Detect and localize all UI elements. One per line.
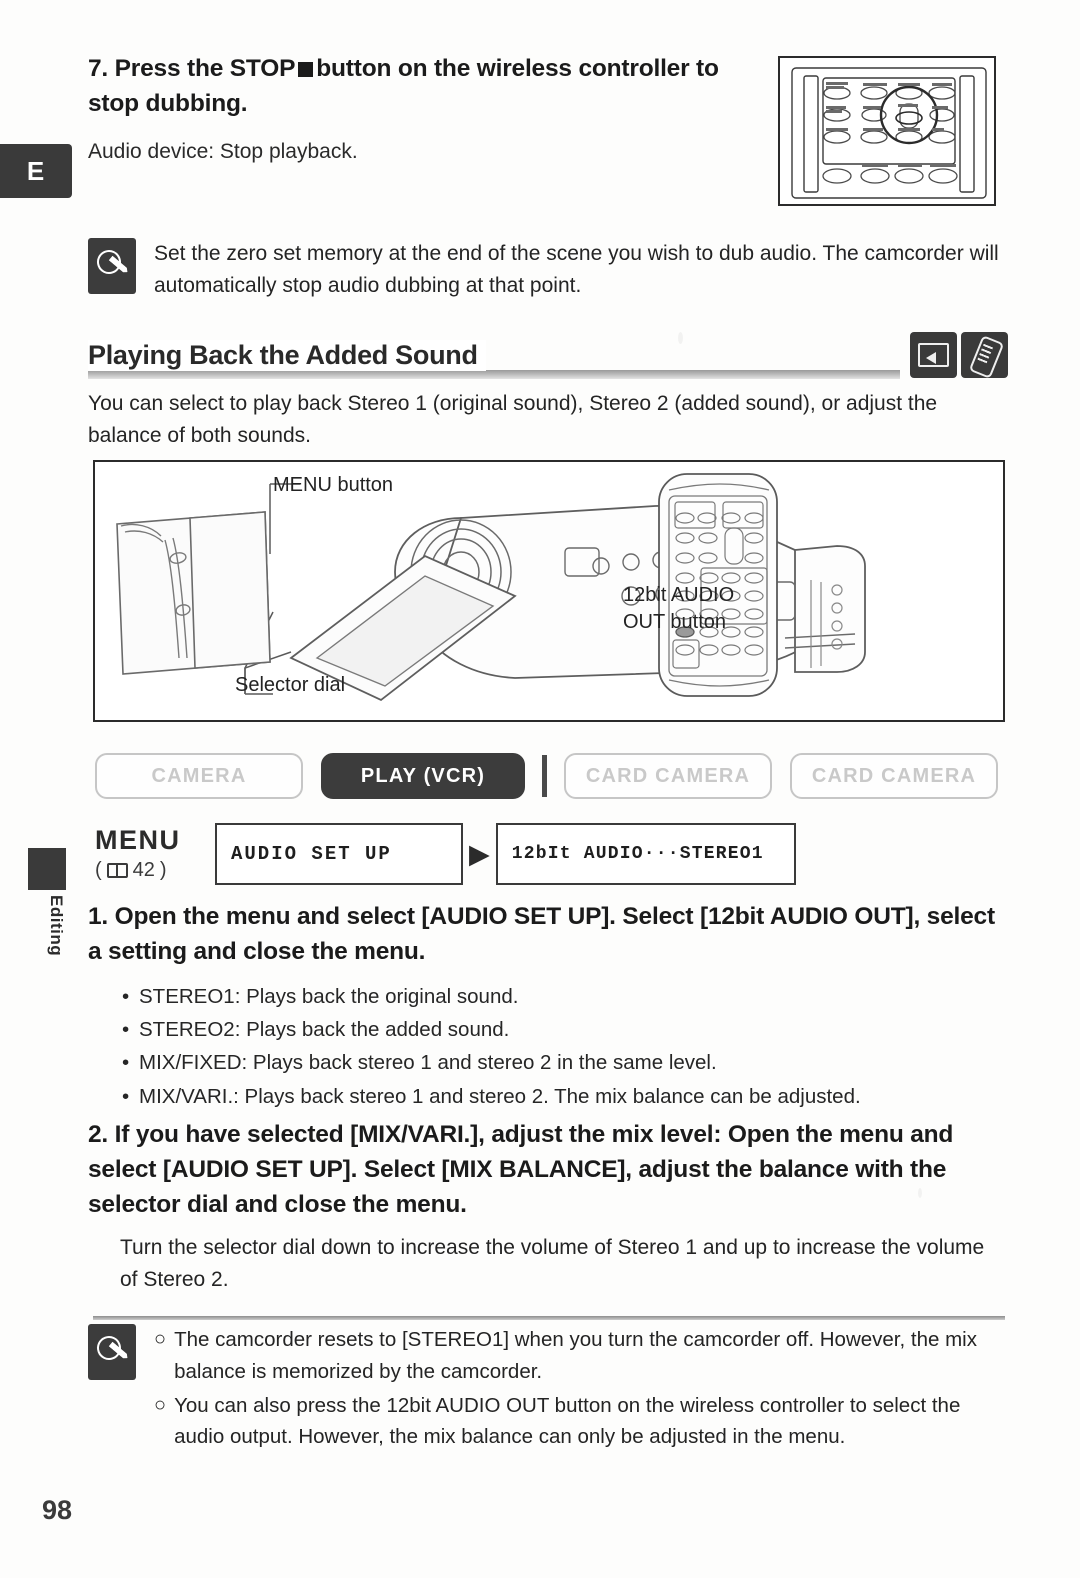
label-12bit-audio-out-button: 12bit AUDIO OUT button — [623, 582, 734, 636]
mode-card-camera: CARD CAMERA — [564, 753, 772, 799]
camcorder-illustration: MENU button Selector dial 12bit AUDIO OU… — [93, 460, 1005, 722]
mode-separator — [542, 755, 547, 797]
list-item: STEREO2: Plays back the added sound. — [122, 1013, 1012, 1046]
manual-page: E Editing 98 7. Press the STOP button on … — [0, 0, 1080, 1578]
list-item: ○ The camcorder resets to [STEREO1] when… — [154, 1324, 1008, 1388]
section-header: Playing Back the Added Sound — [88, 332, 1008, 384]
step-2-number: 2. — [88, 1121, 109, 1148]
notes-bottom: ○ The camcorder resets to [STEREO1] when… — [88, 1324, 1008, 1455]
chapter-tab-label: Editing — [47, 895, 66, 957]
mode-play-vcr: PLAY (VCR) — [321, 753, 525, 799]
list-item: MIX/FIXED: Plays back stereo 1 and stere… — [122, 1046, 1012, 1079]
note-pencil-icon — [88, 238, 136, 294]
wireless-controller-icon — [961, 332, 1008, 378]
section-icons — [910, 332, 1008, 378]
camcorder-illustration-svg — [116, 473, 866, 702]
menu-page-ref-number: 42 — [132, 858, 155, 881]
book-icon — [106, 862, 128, 878]
menu-box-audio-set-up: AUDIO SET UP — [215, 823, 463, 885]
scan-artifact — [678, 332, 683, 344]
section-intro: You can select to play back Stereo 1 (or… — [88, 392, 938, 447]
mode-indicator-row: CAMERA PLAY (VCR) CARD CAMERA CARD CAMER… — [95, 752, 1007, 800]
menu-path-row: MENU ( 42 ) AUDIO SET UP ▶ 12bIt AUDIO··… — [95, 818, 1007, 890]
note-text: You can also press the 12bit AUDIO OUT b… — [174, 1393, 961, 1449]
step-2-heading: 2. If you have selected [MIX/VARI.], adj… — [88, 1118, 1008, 1222]
list-item: STEREO1: Plays back the original sound. — [122, 980, 1012, 1013]
step-2-heading-text: If you have selected [MIX/VARI.], adjust… — [88, 1121, 954, 1218]
note-top-text: Set the zero set memory at the end of th… — [154, 242, 999, 297]
circle-bullet-icon: ○ — [154, 1328, 167, 1350]
section-title: Playing Back the Added Sound — [88, 340, 486, 371]
label-12bit-line1: 12bit AUDIO — [623, 584, 735, 606]
circle-bullet-icon: ○ — [154, 1393, 167, 1416]
stop-square-icon — [298, 62, 314, 77]
list-item: MIX/VARI.: Plays back stereo 1 and stere… — [122, 1080, 1012, 1113]
mode-camera: CAMERA — [95, 753, 303, 799]
notes-divider — [93, 1316, 1005, 1320]
notes-bottom-list: ○ The camcorder resets to [STEREO1] when… — [154, 1324, 1008, 1455]
note-pencil-icon — [88, 1324, 136, 1380]
note-top: Set the zero set memory at the end of th… — [88, 238, 1008, 302]
step-7-heading-before: Press the STOP — [114, 55, 296, 82]
chevron-right-icon: ▶ — [469, 838, 490, 869]
wireless-controller-svg — [791, 67, 987, 199]
mode-card-play: CARD CAMERA — [790, 753, 998, 799]
chapter-tab-marker — [28, 848, 66, 890]
step-1-heading-text: Open the menu and select [AUDIO SET UP].… — [88, 903, 995, 965]
label-selector-dial: Selector dial — [235, 674, 346, 696]
tape-icon — [910, 332, 957, 378]
step-7-body: Audio device: Stop playback. — [88, 139, 358, 163]
scan-artifact — [918, 1188, 922, 1198]
menu-page-ref: ( 42 ) — [95, 858, 167, 881]
menu-box-12bit-audio: 12bIt AUDIO···STEREO1 — [495, 823, 796, 885]
menu-label-group: MENU ( 42 ) — [95, 824, 215, 882]
step-2-body: Turn the selector dial down to increase … — [120, 1236, 985, 1291]
label-12bit-line2: OUT button — [623, 611, 727, 633]
step-1-heading: 1. Open the menu and select [AUDIO SET U… — [88, 900, 1008, 970]
menu-word: MENU — [95, 824, 181, 855]
step-7-number: 7. — [88, 55, 109, 82]
page-number: 98 — [42, 1495, 73, 1525]
section-rule — [88, 370, 900, 379]
section-tab-e: E — [0, 144, 72, 198]
step-1-number: 1. — [88, 903, 109, 930]
step-7: 7. Press the STOP button on the wireless … — [88, 52, 753, 167]
section-tab-label: E — [26, 155, 46, 186]
wireless-controller-illustration — [778, 56, 996, 206]
step-1-bullets: STEREO1: Plays back the original sound. … — [122, 980, 1012, 1113]
note-text: The camcorder resets to [STEREO1] when y… — [174, 1328, 977, 1383]
list-item: ○ You can also press the 12bit AUDIO OUT… — [154, 1390, 1008, 1454]
label-menu-button: MENU button — [273, 474, 394, 496]
step-7-heading: 7. Press the STOP button on the wireless … — [88, 52, 753, 122]
